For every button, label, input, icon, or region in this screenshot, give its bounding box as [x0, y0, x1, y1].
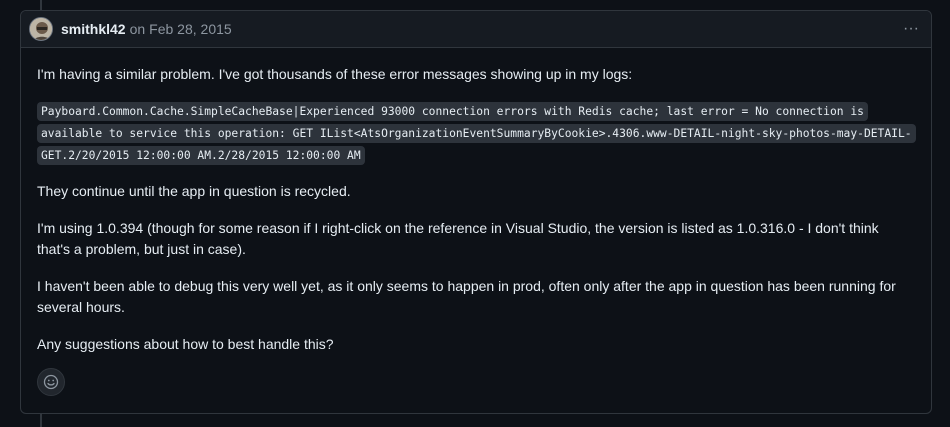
add-reaction-button[interactable] — [37, 368, 65, 396]
avatar-icon — [30, 18, 52, 40]
avatar[interactable] — [29, 17, 53, 41]
comment-paragraph-5: Any suggestions about how to best handle… — [37, 336, 334, 352]
comment-card: smithkl42 on Feb 28, 2015 ··· I'm having… — [20, 10, 932, 414]
comment-header: smithkl42 on Feb 28, 2015 ··· — [21, 11, 931, 48]
author-name[interactable]: smithkl42 — [61, 21, 126, 37]
smiley-icon — [43, 374, 59, 390]
comment-paragraph-4: I haven't been able to debug this very w… — [37, 278, 896, 315]
comment-body: I'm having a similar problem. I've got t… — [21, 48, 931, 355]
kebab-menu-icon: ··· — [903, 20, 919, 37]
comment-paragraph-3: I'm using 1.0.394 (though for some reaso… — [37, 220, 879, 257]
error-code: Payboard.Common.Cache.SimpleCacheBase|Ex… — [37, 102, 916, 165]
meta-on-label: on — [129, 21, 146, 37]
comment-paragraph-2: They continue until the app in question … — [37, 183, 351, 199]
comment-menu-button[interactable]: ··· — [899, 17, 923, 41]
error-code-block: Payboard.Common.Cache.SimpleCacheBase|Ex… — [37, 101, 916, 167]
comment-paragraph-1: I'm having a similar problem. I've got t… — [37, 66, 633, 82]
comment-timestamp[interactable]: Feb 28, 2015 — [149, 21, 232, 37]
